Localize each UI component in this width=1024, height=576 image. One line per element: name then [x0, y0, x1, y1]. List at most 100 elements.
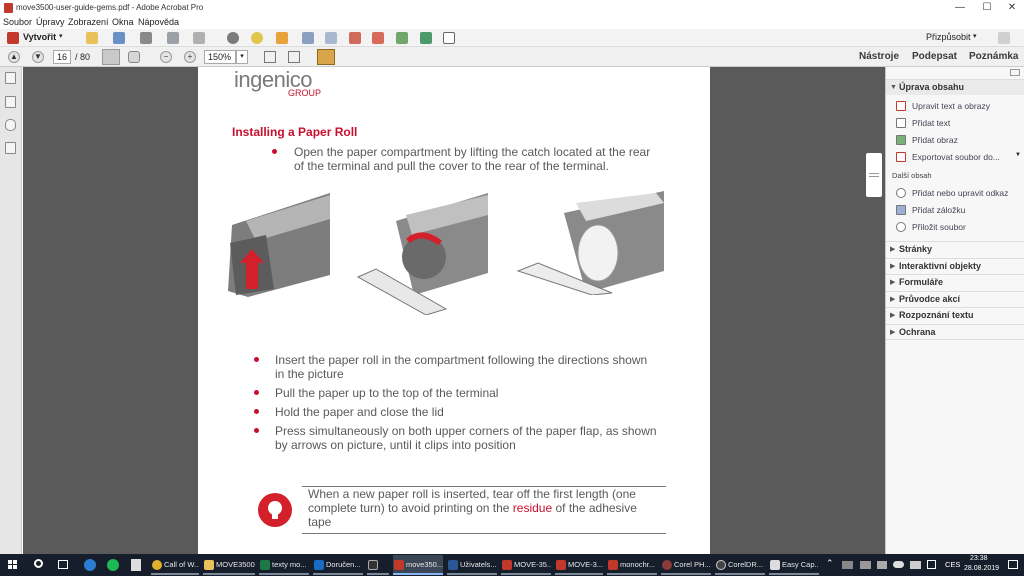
image-icon[interactable] — [420, 32, 432, 44]
comment-tab[interactable]: Poznámka — [969, 51, 1018, 62]
tray-app-icon[interactable] — [877, 561, 887, 569]
notifications-icon[interactable] — [1008, 560, 1018, 569]
spotify-icon[interactable] — [107, 559, 119, 571]
tray-expand-icon[interactable]: ⌃ — [826, 558, 834, 569]
taskbar-item-word[interactable]: Uživatels... — [447, 555, 497, 575]
pages-icon[interactable] — [5, 72, 16, 84]
section-forms[interactable]: ▶ Formuláře — [886, 274, 1024, 290]
comment-icon[interactable] — [251, 32, 263, 44]
tool-edit-text-images[interactable]: Upravit text a obrazy — [896, 99, 990, 113]
menu-zobrazeni[interactable]: Zobrazení — [68, 17, 109, 27]
chevron-down-icon[interactable]: ▾ — [59, 32, 63, 40]
tray-app-icon[interactable] — [860, 561, 871, 569]
zoom-out-icon[interactable]: − — [160, 51, 172, 63]
next-page-icon[interactable]: ▼ — [32, 51, 44, 63]
expand-toolbar-icon[interactable] — [998, 32, 1010, 44]
edge-icon[interactable] — [84, 559, 96, 571]
text-icon[interactable] — [443, 32, 455, 44]
section-pages[interactable]: ▶ Stránky — [886, 241, 1024, 257]
zoom-in-icon[interactable]: + — [184, 51, 196, 63]
tool-add-text[interactable]: Přidat text — [896, 116, 950, 130]
taskbar-item-corel-photo[interactable]: Corel PH... — [661, 555, 711, 575]
taskbar-item-move35[interactable]: MOVE-35... — [501, 555, 551, 575]
section-text-recognition[interactable]: ▶ Rozpoznání textu — [886, 307, 1024, 323]
email-icon[interactable] — [193, 32, 205, 44]
sign-tab[interactable]: Podepsat — [912, 51, 957, 62]
windows-start-icon[interactable] — [8, 560, 18, 570]
prev-page-icon[interactable]: ▲ — [8, 51, 20, 63]
document-workspace[interactable]: ingenico GROUP Installing a Paper Roll O… — [23, 67, 885, 554]
taskbar-item-coreldraw[interactable]: CorelDR... — [715, 555, 765, 575]
taskbar-item-acrobat[interactable]: move350... — [393, 555, 443, 575]
chevron-down-icon[interactable]: ▼ — [1015, 152, 1021, 158]
section-edit-content[interactable]: ▼ Úprava obsahu — [886, 79, 1024, 95]
customize-button[interactable]: Přizpůsobit — [926, 32, 971, 42]
open-folder-icon[interactable] — [86, 32, 98, 44]
select-tool-icon[interactable] — [102, 49, 120, 65]
tool-add-link[interactable]: Přidat nebo upravit odkaz — [896, 186, 1008, 200]
edit-icon[interactable] — [167, 32, 179, 44]
menu-soubor[interactable]: Soubor — [3, 17, 32, 27]
section-protection[interactable]: ▶ Ochrana — [886, 324, 1024, 340]
taskbar-item-excel[interactable]: texty mo... — [259, 555, 309, 575]
language-indicator[interactable]: CES — [945, 560, 960, 569]
menu-upravy[interactable]: Úpravy — [36, 17, 65, 27]
taskbar-item-easy-capture[interactable]: Easy Cap... — [769, 555, 819, 575]
attachments-icon[interactable] — [5, 119, 16, 131]
page-number-input[interactable]: 16 — [53, 50, 71, 64]
taskbar-item-move3[interactable]: MOVE-3... — [555, 555, 603, 575]
taskbar-item-monochrome[interactable]: monochr... — [607, 555, 657, 575]
tool-export-file[interactable]: Exportovat soubor do... — [896, 150, 1000, 164]
maximize-button[interactable]: ☐ — [979, 2, 995, 14]
sign-icon[interactable] — [372, 32, 384, 44]
section-action-wizard[interactable]: ▶ Průvodce akcí — [886, 291, 1024, 307]
onedrive-icon[interactable] — [893, 561, 904, 568]
tool-attach-file[interactable]: Přiložit soubor — [896, 220, 966, 234]
hand-tool-icon[interactable] — [128, 51, 140, 63]
taskbar-item-outlook[interactable]: Doručen... — [313, 555, 363, 575]
lightbulb-icon — [258, 493, 292, 527]
tools-tab[interactable]: Nástroje — [859, 51, 899, 62]
minimize-button[interactable]: — — [952, 2, 968, 14]
chevron-right-icon: ▶ — [890, 329, 896, 336]
fit-page-icon[interactable] — [264, 51, 276, 63]
panel-collapse-handle[interactable] — [866, 153, 882, 197]
calculator-icon[interactable] — [131, 559, 141, 571]
chevron-down-icon[interactable]: ▾ — [973, 32, 977, 40]
network-icon[interactable] — [927, 560, 936, 569]
taskbar-item-chrome[interactable]: Call of W... — [151, 555, 199, 575]
tool-add-bookmark[interactable]: Přidat záložku — [896, 203, 965, 217]
close-button[interactable]: ✕ — [1004, 2, 1020, 14]
signatures-icon[interactable] — [5, 142, 16, 154]
tray-app-icon[interactable] — [910, 561, 921, 569]
menu-napoveda[interactable]: Nápověda — [138, 17, 179, 27]
stamp-icon[interactable] — [302, 32, 314, 44]
fit-width-icon[interactable] — [288, 51, 300, 63]
save-icon[interactable] — [113, 32, 125, 44]
zoom-dropdown-icon[interactable]: ▾ — [236, 50, 248, 64]
redact-icon[interactable] — [349, 32, 361, 44]
step-close-lid: Hold the paper and close the lid — [275, 405, 444, 419]
paperclip-icon — [896, 222, 906, 232]
section-interactive-objects[interactable]: ▶ Interaktivní objekty — [886, 258, 1024, 274]
clock-time[interactable]: 23:38 — [970, 555, 988, 562]
highlight-icon[interactable] — [276, 32, 288, 44]
taskbar-item-terminal[interactable] — [367, 555, 389, 575]
clock-date[interactable]: 28.08.2019 — [964, 565, 999, 572]
zoom-input[interactable]: 150% — [204, 50, 236, 64]
taskbar-item-folder-move3500[interactable]: MOVE3500 — [203, 555, 255, 575]
pen-icon[interactable] — [396, 32, 408, 44]
search-icon[interactable] — [34, 559, 43, 568]
attach-icon[interactable] — [325, 32, 337, 44]
tool-add-image[interactable]: Přidat obraz — [896, 133, 958, 147]
read-mode-icon[interactable] — [317, 49, 335, 65]
tray-app-icon[interactable] — [842, 561, 853, 569]
task-view-icon[interactable] — [58, 560, 68, 569]
create-button[interactable]: Vytvořit — [23, 32, 56, 42]
menu-okna[interactable]: Okna — [112, 17, 134, 27]
print-icon[interactable] — [140, 32, 152, 44]
bookmarks-icon[interactable] — [5, 96, 16, 108]
settings-icon[interactable] — [227, 32, 239, 44]
pane-options-icon[interactable] — [1010, 69, 1020, 76]
pdf-page[interactable]: ingenico GROUP Installing a Paper Roll O… — [198, 67, 710, 554]
